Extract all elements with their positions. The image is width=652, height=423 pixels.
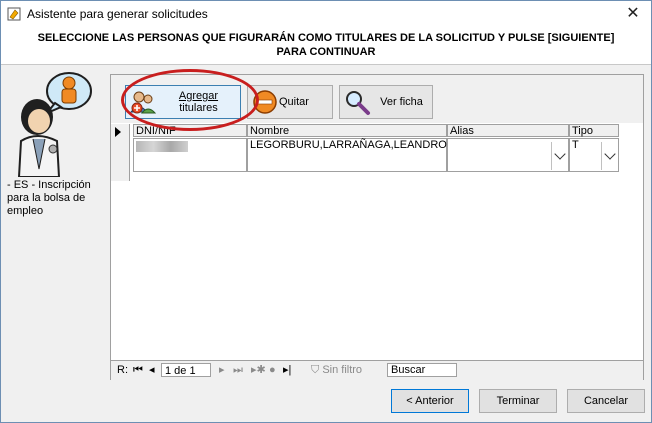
tipo-dropdown[interactable] [601, 142, 618, 170]
cell-nombre[interactable]: LEGORBURU,LARRAÑAGA,LEANDRO [247, 138, 447, 172]
last-record-button[interactable]: ⏭ [233, 364, 243, 377]
add-holders-label: Agregar titulares [157, 90, 240, 114]
instruction-text: SELECCIONE LAS PERSONAS QUE FIGURARÁN CO… [37, 32, 615, 58]
remove-label: Quitar [279, 96, 309, 108]
cancel-button[interactable]: Cancelar [567, 389, 645, 413]
alias-dropdown[interactable] [551, 142, 568, 170]
finish-button[interactable]: Terminar [479, 389, 557, 413]
next-record-button[interactable]: ▸ [219, 364, 225, 377]
close-icon: ✕ [626, 5, 640, 22]
wizard-body: - ES - Inscripción para la bolsa de empl… [1, 65, 651, 422]
wizard-window: Asistente para generar solicitudes ✕ SEL… [0, 0, 652, 423]
toolbar: Agregar titulares Quitar Ver ficha [111, 75, 643, 123]
app-icon [7, 7, 21, 21]
filter-label: Sin filtro [322, 364, 363, 376]
cell-alias[interactable] [447, 138, 569, 172]
column-header-nombre[interactable]: Nombre [247, 124, 447, 137]
dropdown-chevron-icon [554, 148, 566, 160]
titulares-panel: Agregar titulares Quitar Ver ficha DNI/N… [110, 74, 644, 380]
record-label: R: [117, 364, 128, 376]
column-header-alias[interactable]: Alias [447, 124, 569, 137]
column-header-dni[interactable]: DNI/NIF [133, 124, 247, 137]
magnifier-icon [346, 91, 370, 115]
current-row-icon [115, 127, 121, 137]
funnel-icon: ⛉ [311, 364, 320, 376]
new-record-button[interactable]: ▸✱ [251, 364, 266, 377]
process-caption: - ES - Inscripción para la bolsa de empl… [7, 179, 91, 217]
previous-record-button[interactable]: ◂ [149, 364, 155, 377]
add-people-icon [129, 91, 157, 114]
view-record-label: Ver ficha [380, 96, 423, 108]
end-record-button[interactable]: ▸| [283, 364, 291, 377]
view-record-button[interactable]: Ver ficha [339, 85, 433, 119]
record-position-field[interactable]: 1 de 1 [161, 363, 211, 377]
first-record-button[interactable]: ⏮ [133, 364, 143, 377]
column-header-tipo[interactable]: Tipo [569, 124, 619, 137]
previous-button[interactable]: < Anterior [391, 389, 469, 413]
person-wizard-icon [17, 72, 92, 177]
delete-record-button[interactable]: ● [269, 364, 276, 377]
redacted-dni [136, 141, 188, 152]
title-bar: Asistente para generar solicitudes ✕ [1, 1, 651, 27]
cell-tipo[interactable]: T [569, 138, 619, 172]
search-input[interactable] [387, 363, 457, 377]
add-holders-button[interactable]: Agregar titulares [125, 85, 241, 119]
remove-icon [253, 90, 277, 114]
dropdown-chevron-icon [604, 148, 616, 160]
record-selector[interactable] [111, 124, 130, 181]
record-navigator: R: ⏮ ◂ 1 de 1 ▸ ⏭ ▸✱ ● ▸| ⛉ Sin filtro [111, 360, 643, 380]
add-holders-label-line2: titulares [179, 102, 218, 114]
left-panel: - ES - Inscripción para la bolsa de empl… [1, 65, 105, 422]
instruction-header: SELECCIONE LAS PERSONAS QUE FIGURARÁN CO… [1, 27, 651, 65]
filter-toggle[interactable]: ⛉ Sin filtro [311, 364, 362, 377]
window-title: Asistente para generar solicitudes [27, 7, 208, 21]
remove-button[interactable]: Quitar [247, 85, 333, 119]
cell-dni[interactable] [133, 138, 247, 172]
add-holders-label-line1: Agregar [178, 90, 219, 102]
close-button[interactable]: ✕ [623, 4, 643, 24]
